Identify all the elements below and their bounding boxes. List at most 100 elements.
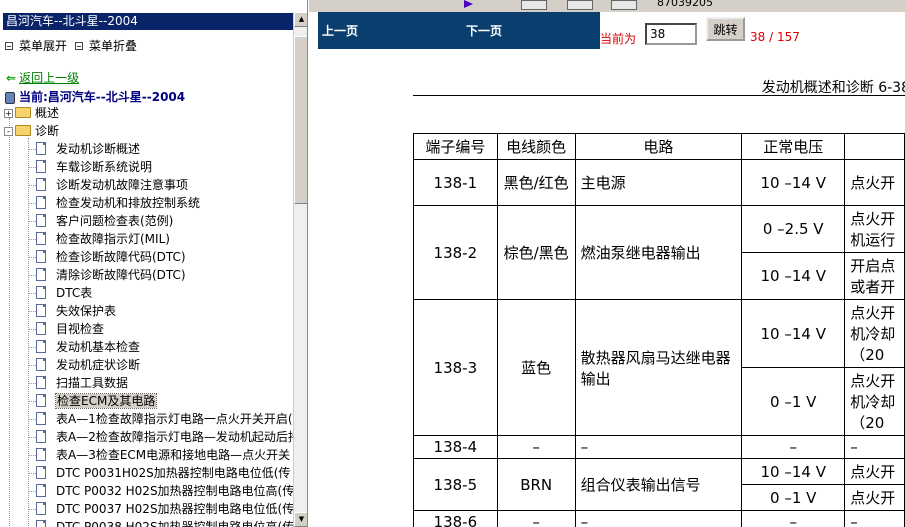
back-arrow-icon: ⇐ — [6, 71, 17, 85]
wire-color-cell: 黑色/红色 — [496, 159, 576, 206]
tree-item[interactable]: DTC P0037 H02S加热器控制电路电位低(传 — [28, 500, 294, 518]
tree-item[interactable]: 表A—3检查ECM电源和接地电路—点火开关 — [28, 446, 290, 464]
column-header — [844, 133, 905, 160]
circuit-cell: 组合仪表输出信号 — [574, 458, 743, 511]
tree-connector — [28, 365, 36, 366]
circuit-cell: 燃油泵继电器输出 — [574, 205, 743, 300]
tree-item[interactable]: 检查ECM及其电路 — [28, 392, 158, 410]
current-location-label: 当前:昌河汽车--北斗星--2004 — [19, 90, 186, 104]
column-header: 正常电压 — [741, 133, 846, 160]
wire-color-cell: BRN — [496, 458, 576, 511]
tree-item[interactable]: 诊断发动机故障注意事项 — [28, 176, 188, 194]
tree-folder-label: 诊断 — [35, 124, 60, 138]
condition-cell: – — [844, 435, 905, 459]
tree-item[interactable]: 发动机诊断概述 — [28, 140, 140, 158]
tree-item-label: 扫描工具数据 — [56, 376, 129, 390]
car-icon — [5, 91, 15, 104]
tree-connector — [28, 149, 36, 150]
menu-controls: 菜单展开 菜单折叠 — [5, 37, 137, 54]
document-icon — [36, 196, 46, 209]
condition-cell: 点火开 — [844, 484, 905, 511]
document-icon — [36, 448, 46, 461]
back-link[interactable]: ⇐ 返回上一级 — [6, 69, 79, 86]
tree-item[interactable]: DTC P0032 H02S加热器控制电路电位高(传 — [28, 482, 294, 500]
scroll-down-arrow-icon[interactable]: ▼ — [294, 512, 307, 527]
table-row: 138-3 蓝色 散热器风扇马达继电器输出 10 –14 V 点火开 机冷却 （… — [413, 299, 905, 436]
tree-item[interactable]: DTC P0031H02S加热器控制电路电位低(传 — [28, 464, 290, 482]
voltage-cell: 0 –1 V — [741, 484, 846, 511]
collapse-all-icon — [75, 41, 84, 50]
tree-item-label: 目视检查 — [56, 322, 105, 336]
jump-button[interactable]: 跳转 — [706, 17, 745, 41]
tree-connector — [28, 383, 36, 384]
condition-cell: 点火开 机运行 — [844, 205, 905, 253]
voltage-cell: 0 –1 V — [741, 367, 846, 436]
voltage-cell: 0 –2.5 V — [741, 205, 846, 253]
voltage-cell: 10 –14 V — [741, 299, 846, 368]
toolbar-icon[interactable] — [521, 0, 547, 10]
tree-item[interactable]: DTC表 — [28, 284, 92, 302]
tree-connector — [28, 401, 36, 402]
tree-item-label: 表A—2检查故障指示灯电路—发动机起动后持 — [56, 430, 300, 444]
page-header: 发动机概述和诊断 6-38 — [761, 80, 905, 96]
condition-cell: – — [844, 510, 905, 527]
document-icon — [36, 340, 46, 353]
table-row: 138-6 – – – – — [413, 510, 905, 527]
terminal-cell: 138-5 — [413, 458, 498, 511]
voltage-cell: 10 –14 V — [741, 159, 846, 206]
scroll-up-arrow-icon[interactable]: ▲ — [294, 12, 307, 27]
document-icon — [36, 394, 46, 407]
tree-item[interactable]: 发动机基本检查 — [28, 338, 140, 356]
tree-item[interactable]: 扫描工具数据 — [28, 374, 128, 392]
tree-folder-label: 概述 — [35, 106, 60, 120]
tree-folder-diagnosis[interactable]: - 诊断 — [4, 122, 59, 140]
toolbar-icon[interactable] — [611, 0, 637, 10]
document-icon — [36, 430, 46, 443]
tree-item[interactable]: 发动机症状诊断 — [28, 356, 140, 374]
back-link-label: 返回上一级 — [19, 71, 80, 85]
tree-item[interactable]: 表A—2检查故障指示灯电路—发动机起动后持 — [28, 428, 300, 446]
open-folder-icon — [15, 125, 31, 136]
tree-connector — [28, 293, 36, 294]
tree-item[interactable]: 车载诊断系统说明 — [28, 158, 152, 176]
document-icon — [36, 250, 46, 263]
table-row: 138-2 棕色/黑色 燃油泵继电器输出 0 –2.5 V 点火开 机运行 — [413, 205, 905, 300]
tree-item-label: 发动机症状诊断 — [56, 358, 141, 372]
collapse-all-button[interactable]: 菜单折叠 — [89, 39, 137, 53]
tree-item[interactable]: 目视检查 — [28, 320, 104, 338]
column-header: 端子编号 — [413, 133, 498, 160]
expand-all-button[interactable]: 菜单展开 — [19, 39, 67, 53]
document-icon — [36, 160, 46, 173]
condition-cell: 点火开 机冷却 （20 — [844, 299, 905, 368]
document-icon — [36, 520, 46, 527]
tree-item-label: 发动机诊断概述 — [56, 142, 141, 156]
tree-item[interactable]: 客户问题检查表(范例) — [28, 212, 173, 230]
expand-icon[interactable]: + — [4, 109, 13, 118]
vertical-scrollbar[interactable]: ▲ ▼ — [293, 12, 307, 527]
scrollbar-thumb[interactable] — [294, 36, 307, 204]
document-icon — [36, 304, 46, 317]
document-icon — [36, 214, 46, 227]
voltage-cell: – — [741, 435, 846, 459]
toolbar-icon[interactable] — [567, 0, 593, 10]
collapse-icon[interactable]: - — [4, 127, 13, 136]
tree-item[interactable]: 检查发动机和排放控制系统 — [28, 194, 200, 212]
toolbar-strip: 87039205 — [309, 0, 905, 12]
previous-page-link[interactable]: 上一页 — [322, 22, 358, 39]
next-page-link[interactable]: 下一页 — [466, 22, 502, 39]
tree-item[interactable]: 检查故障指示灯(MIL) — [28, 230, 170, 248]
tree-item[interactable]: 失效保护表 — [28, 302, 116, 320]
tree-item[interactable]: DTC P0038 H02S加热器控制电路电位高(传 — [28, 518, 294, 527]
document-view: 发动机概述和诊断 6-38 端子编号 电线颜色 电路 正常电压 138-1 黑色… — [318, 49, 905, 527]
page-number-input[interactable] — [645, 23, 697, 45]
document-icon — [36, 178, 46, 191]
document-icon — [36, 268, 46, 281]
tree-folder-overview[interactable]: + 概述 — [4, 104, 59, 122]
tree-item[interactable]: 检查诊断故障代码(DTC) — [28, 248, 186, 266]
wire-color-cell: 棕色/黑色 — [496, 205, 576, 300]
tree-item[interactable]: 清除诊断故障代码(DTC) — [28, 266, 186, 284]
tree-item-label: DTC P0037 H02S加热器控制电路电位低(传 — [56, 502, 295, 516]
condition-cell: 开启点 或者开 — [844, 252, 905, 300]
tree-item[interactable]: 表A—1检查故障指示灯电路一点火开关开启( — [28, 410, 293, 428]
play-icon[interactable] — [464, 0, 473, 8]
